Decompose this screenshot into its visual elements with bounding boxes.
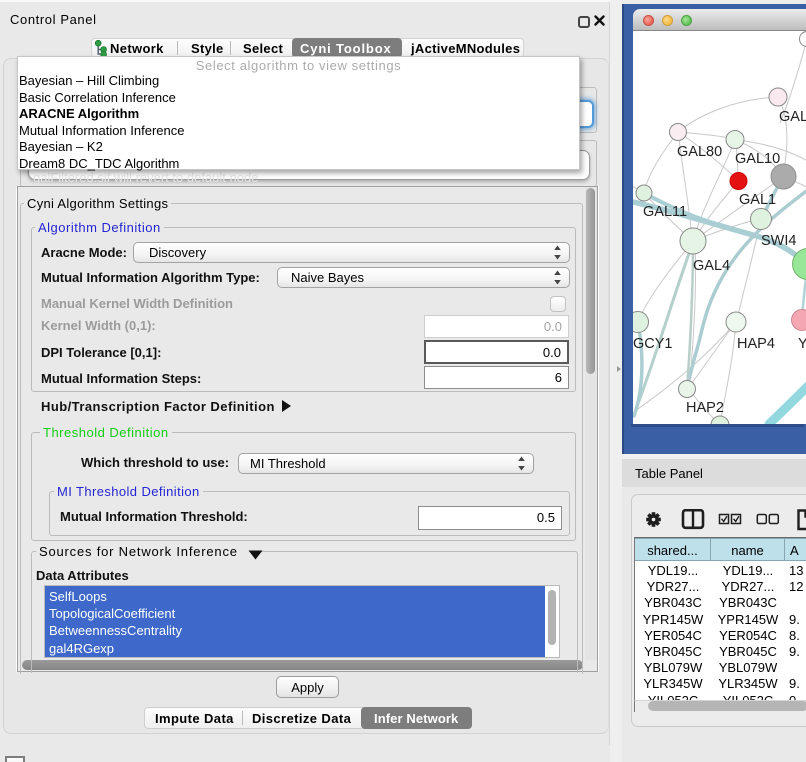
svg-text:GAL1: GAL1	[739, 192, 776, 208]
svg-text:GAL80: GAL80	[677, 144, 722, 160]
svg-text:GAL: GAL	[779, 109, 806, 125]
svg-text:GAL4: GAL4	[693, 258, 730, 274]
svg-text:HAP2: HAP2	[686, 400, 724, 416]
svg-text:HAP4: HAP4	[737, 336, 775, 352]
svg-text:Y: Y	[798, 336, 806, 352]
svg-text:GAL11: GAL11	[643, 204, 687, 220]
svg-text:GAL10: GAL10	[735, 151, 780, 167]
svg-text:SWI4: SWI4	[761, 233, 796, 249]
svg-text:GCY1: GCY1	[633, 336, 673, 352]
